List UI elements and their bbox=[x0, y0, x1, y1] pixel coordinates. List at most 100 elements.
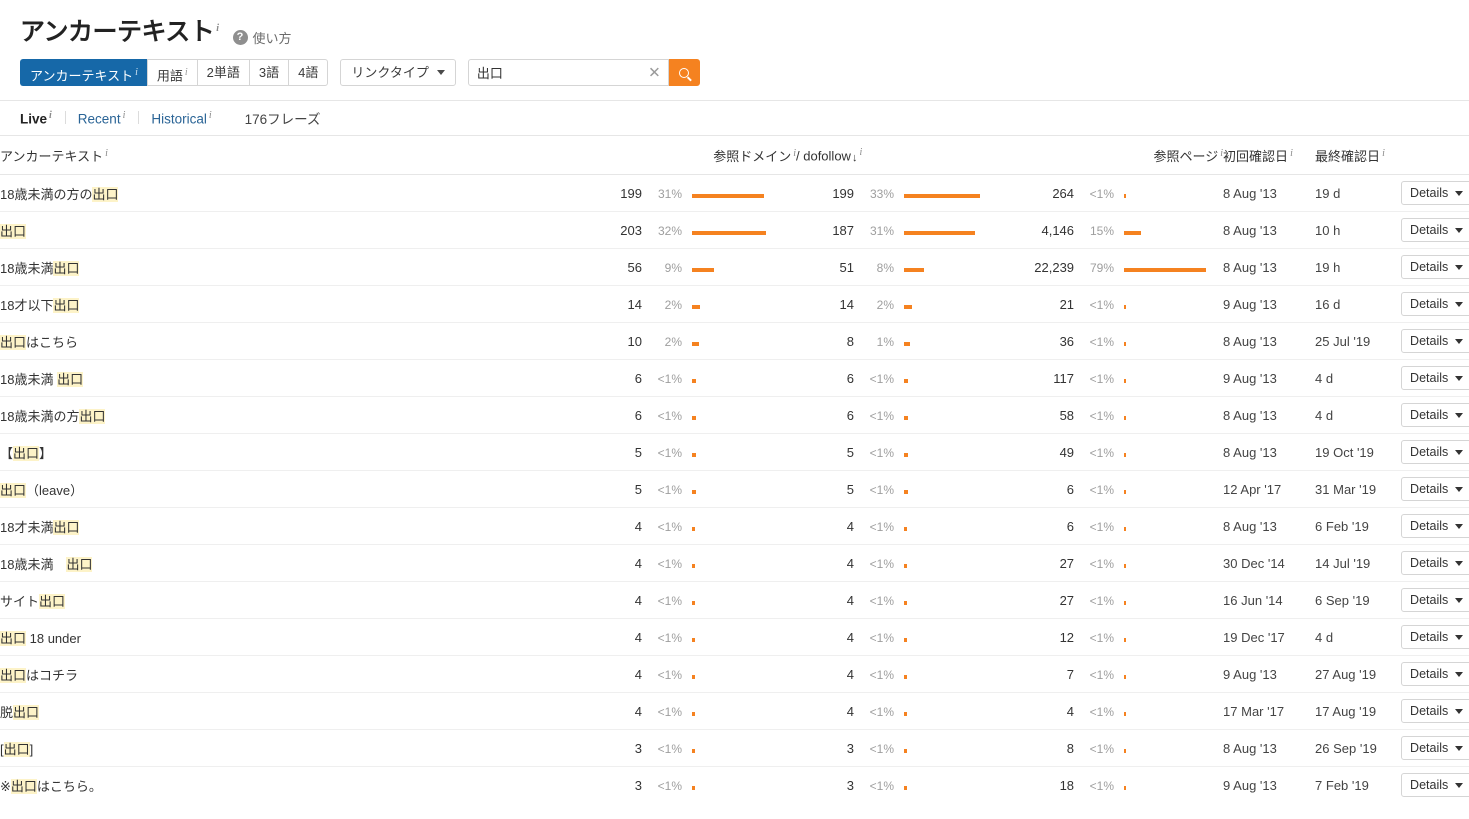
cell-anchor-text[interactable]: 18歳未満 出口 bbox=[0, 544, 580, 582]
cell-ref-domains: 5 bbox=[580, 470, 642, 508]
table-row[interactable]: 【出口】 5 <1% 5 <1% 49 <1% 8 Aug '13 19 Oct '19 Deta… bbox=[0, 433, 1469, 471]
details-button[interactable]: Details bbox=[1401, 292, 1469, 316]
details-button[interactable]: Details bbox=[1401, 366, 1469, 390]
table-row[interactable]: 18歳未満 出口 4 <1% 4 <1% 27 <1% 30 Dec '14 14 Jul '1… bbox=[0, 544, 1469, 582]
details-button[interactable]: Details bbox=[1401, 403, 1469, 427]
tab-historical[interactable]: Historical i bbox=[138, 110, 224, 126]
cell-anchor-text[interactable]: 18才未満出口 bbox=[0, 507, 580, 545]
cell-last-seen: 17 Aug '19 bbox=[1315, 692, 1396, 730]
last-seen-date: 7 Feb '19 bbox=[1315, 777, 1369, 793]
tab-live[interactable]: Live i bbox=[20, 110, 65, 127]
column-header-ref-pages[interactable]: 参照ページ i bbox=[1008, 136, 1224, 175]
details-button[interactable]: Details bbox=[1401, 588, 1469, 612]
link-type-dropdown[interactable]: リンクタイプ bbox=[340, 59, 456, 86]
cell-anchor-text[interactable]: サイト出口 bbox=[0, 581, 580, 619]
details-button[interactable]: Details bbox=[1401, 625, 1469, 649]
cell-ref-pages-bar bbox=[1118, 285, 1224, 323]
how-to-use-link[interactable]: ? 使い方 bbox=[232, 28, 292, 47]
tab-recent[interactable]: Recent i bbox=[64, 110, 139, 126]
cell-dofollow-value: 8 bbox=[846, 333, 855, 349]
cell-anchor-text[interactable]: [出口] bbox=[0, 729, 580, 767]
table-row[interactable]: ※出口はこちら。 3 <1% 3 <1% 18 <1% 9 Aug '13 7 Feb '19 D… bbox=[0, 767, 1469, 804]
column-header-anchor-text[interactable]: アンカーテキスト i bbox=[0, 136, 580, 175]
cell-anchor-text[interactable]: 出口 18 under bbox=[0, 618, 580, 656]
cell-anchor-text[interactable]: 出口 bbox=[0, 211, 580, 249]
cell-first-seen: 9 Aug '13 bbox=[1223, 767, 1315, 804]
details-button[interactable]: Details bbox=[1401, 699, 1469, 723]
details-button[interactable]: Details bbox=[1401, 329, 1469, 353]
table-row[interactable]: 18歳未満の方の出口 199 31% 199 33% 264 <1% 8 Aug '13 19 … bbox=[0, 174, 1469, 212]
table-row[interactable]: 出口 18 under 4 <1% 4 <1% 12 <1% 19 Dec '17 4 d Det… bbox=[0, 618, 1469, 656]
table-row[interactable]: 18歳未満 出口 6 <1% 6 <1% 117 <1% 9 Aug '13 4 d Detail… bbox=[0, 359, 1469, 397]
cell-anchor-text[interactable]: 出口はコチラ bbox=[0, 655, 580, 693]
table-row[interactable]: 18歳未満の方出口 6 <1% 6 <1% 58 <1% 8 Aug '13 4 d Detail… bbox=[0, 396, 1469, 434]
table-row[interactable]: サイト出口 4 <1% 4 <1% 27 <1% 16 Jun '14 6 Sep '19 Det… bbox=[0, 581, 1469, 619]
cell-anchor-text[interactable]: 【出口】 bbox=[0, 433, 580, 471]
cell-anchor-text[interactable]: ※出口はこちら。 bbox=[0, 767, 580, 804]
column-header-first-seen[interactable]: 初回確認日 i bbox=[1223, 136, 1316, 175]
column-first-seen-info-icon[interactable]: i bbox=[1290, 148, 1293, 159]
details-button[interactable]: Details bbox=[1401, 477, 1469, 501]
cell-last-seen: 6 Feb '19 bbox=[1315, 507, 1396, 545]
column-anchor-info-icon[interactable]: i bbox=[105, 148, 108, 159]
segment-anchor-text-info-icon[interactable]: i bbox=[135, 67, 138, 78]
cell-anchor-text[interactable]: 18歳未満 出口 bbox=[0, 359, 580, 397]
table-row[interactable]: 出口はコチラ 4 <1% 4 <1% 7 <1% 9 Aug '13 27 Aug '19 Det… bbox=[0, 655, 1469, 693]
details-button[interactable]: Details bbox=[1401, 218, 1469, 242]
table-row[interactable]: 出口（leave） 5 <1% 5 <1% 6 <1% 12 Apr '17 31 Mar '1… bbox=[0, 470, 1469, 508]
column-last-seen-info-icon[interactable]: i bbox=[1382, 148, 1385, 159]
table-header: アンカーテキスト i 参照ドメイン i / dofollow↓ i 参照ページ i 初回… bbox=[0, 136, 1469, 175]
details-button[interactable]: Details bbox=[1401, 736, 1469, 760]
details-button[interactable]: Details bbox=[1401, 440, 1469, 464]
cell-dofollow-value: 4 bbox=[846, 629, 855, 645]
segment-terms[interactable]: 用語 i bbox=[146, 59, 197, 86]
cell-anchor-text[interactable]: 出口（leave） bbox=[0, 470, 580, 508]
details-button-label: Details bbox=[1410, 593, 1449, 607]
search-input[interactable] bbox=[468, 60, 668, 85]
segment-3-words[interactable]: 3語 bbox=[248, 59, 289, 86]
page-title-info-icon[interactable]: i bbox=[216, 23, 219, 34]
cell-anchor-text[interactable]: 18歳未満の方の出口 bbox=[0, 174, 580, 212]
segment-anchor-text[interactable]: アンカーテキスト i bbox=[20, 59, 147, 86]
segment-4-words[interactable]: 4語 bbox=[288, 59, 329, 86]
table-row[interactable]: [出口] 3 <1% 3 <1% 8 <1% 8 Aug '13 26 Sep '19 Detai… bbox=[0, 729, 1469, 767]
details-button[interactable]: Details bbox=[1401, 255, 1469, 279]
table-row[interactable]: 18才以下出口 14 2% 14 2% 21 <1% 9 Aug '13 16 d Details bbox=[0, 285, 1469, 323]
cell-ref-domains-percent-value: <1% bbox=[657, 408, 682, 423]
column-header-ref-domains[interactable]: 参照ドメイン i bbox=[580, 136, 797, 175]
details-button[interactable]: Details bbox=[1401, 514, 1469, 538]
cell-anchor-text[interactable]: 18歳未満の方出口 bbox=[0, 396, 580, 434]
column-header-last-seen[interactable]: 最終確認日 i bbox=[1315, 136, 1469, 175]
cell-dofollow-bar bbox=[898, 359, 1009, 397]
anchor-text-prefix: サイト bbox=[0, 593, 40, 609]
table-row[interactable]: 18才未満出口 4 <1% 4 <1% 6 <1% 8 Aug '13 6 Feb '19 Det… bbox=[0, 507, 1469, 545]
details-button[interactable]: Details bbox=[1401, 551, 1469, 575]
result-mode-tabbar: Live i Recent i Historical i 176フレーズ bbox=[0, 100, 1469, 136]
table-row[interactable]: 出口 203 32% 187 31% 4,146 15% 8 Aug '13 10 h Detai… bbox=[0, 211, 1469, 249]
details-button[interactable]: Details bbox=[1401, 662, 1469, 686]
cell-anchor-text[interactable]: 出口はこちら bbox=[0, 322, 580, 360]
cell-ref-pages: 8 bbox=[1008, 729, 1075, 767]
anchor-text-table: アンカーテキスト i 参照ドメイン i / dofollow↓ i 参照ページ i 初回… bbox=[0, 136, 1469, 804]
tab-recent-info-icon[interactable]: i bbox=[123, 110, 126, 121]
cell-anchor-text[interactable]: 18歳未満出口 bbox=[0, 248, 580, 286]
cell-anchor-text[interactable]: 18才以下出口 bbox=[0, 285, 580, 323]
search-button[interactable] bbox=[668, 59, 700, 86]
column-header-dofollow[interactable]: / dofollow↓ i bbox=[796, 136, 1009, 175]
cell-ref-domains-bar bbox=[686, 470, 797, 508]
segment-2-words[interactable]: 2単語 bbox=[196, 59, 249, 86]
table-row[interactable]: 脱出口 4 <1% 4 <1% 4 <1% 17 Mar '17 17 Aug '19 Detai… bbox=[0, 692, 1469, 730]
details-button-label: Details bbox=[1410, 482, 1449, 496]
cell-dofollow-bar bbox=[898, 581, 1009, 619]
tab-historical-info-icon[interactable]: i bbox=[209, 110, 212, 121]
cell-anchor-text[interactable]: 脱出口 bbox=[0, 692, 580, 730]
table-row[interactable]: 18歳未満出口 56 9% 51 8% 22,239 79% 8 Aug '13 19 h Det… bbox=[0, 248, 1469, 286]
table-row[interactable]: 出口はこちら 10 2% 8 1% 36 <1% 8 Aug '13 25 Jul '19 Det… bbox=[0, 322, 1469, 360]
details-button[interactable]: Details bbox=[1401, 181, 1469, 205]
segment-terms-info-icon[interactable]: i bbox=[185, 67, 188, 78]
tab-live-info-icon[interactable]: i bbox=[49, 110, 52, 121]
cell-last-seen: 27 Aug '19 bbox=[1315, 655, 1396, 693]
column-dofollow-info-icon[interactable]: i bbox=[859, 147, 862, 158]
details-button[interactable]: Details bbox=[1401, 773, 1469, 798]
clear-icon[interactable]: ✕ bbox=[648, 65, 661, 80]
